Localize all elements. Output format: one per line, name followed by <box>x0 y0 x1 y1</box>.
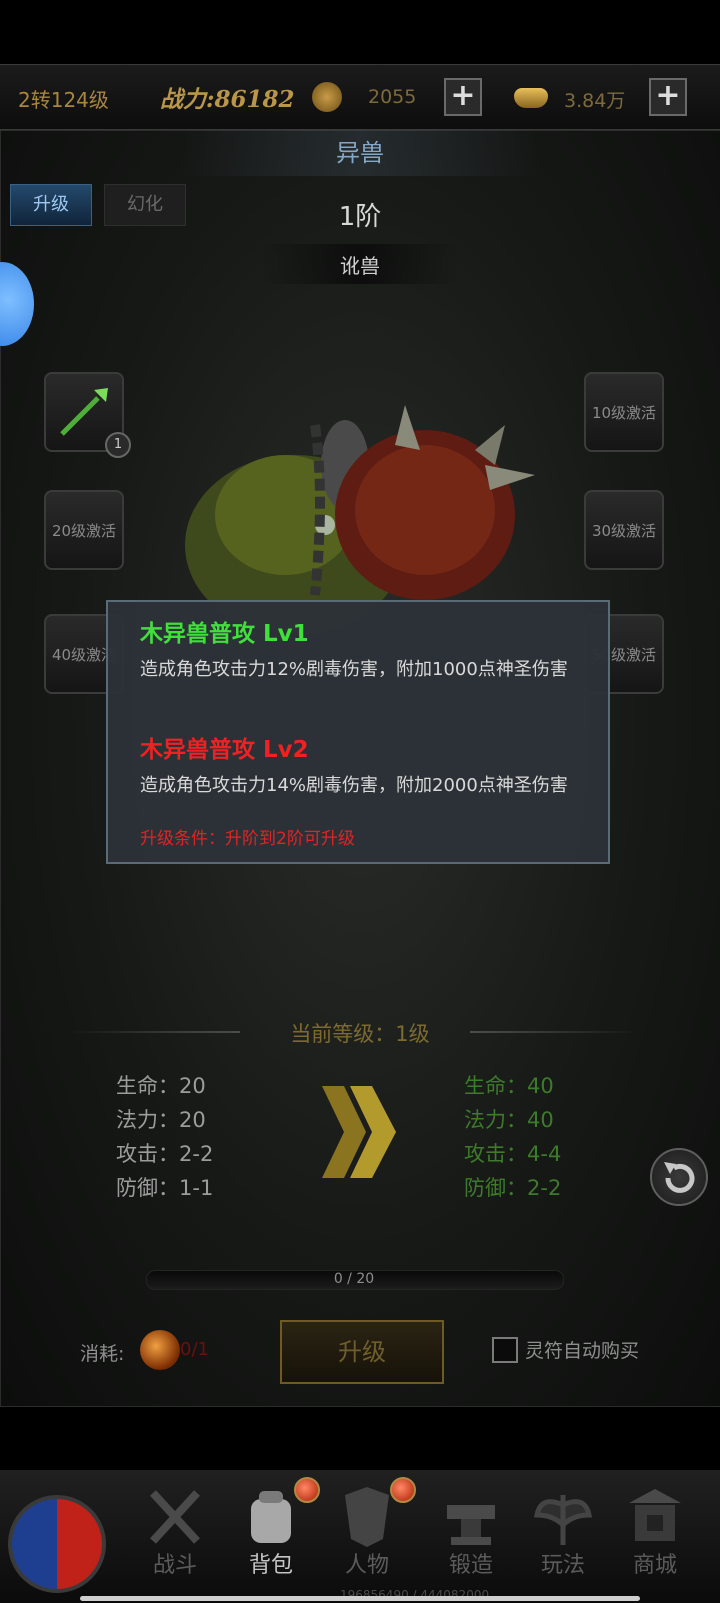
auto-buy-checkbox[interactable] <box>492 1337 518 1363</box>
spear-icon <box>60 388 108 436</box>
stat-next-attack: 攻击：4-4 <box>464 1142 562 1166</box>
material-orb-icon[interactable] <box>140 1330 180 1370</box>
home-indicator[interactable] <box>80 1596 640 1601</box>
nav-shop-label: 商城 <box>632 1553 677 1578</box>
stat-current-attack: 攻击：2-2 <box>116 1142 214 1166</box>
skill-lv1-description: 造成角色攻击力12%剧毒伤害，附加1000点神圣伤害 <box>140 659 568 680</box>
auto-buy-label: 灵符自动购买 <box>525 1340 640 1362</box>
skill-tooltip: 木异兽普攻 Lv1 造成角色攻击力12%剧毒伤害，附加1000点神圣伤害 木异兽… <box>106 600 610 864</box>
stat-current-hp: 生命：20 <box>116 1074 206 1098</box>
stat-next-hp: 生命：40 <box>464 1074 554 1098</box>
stat-current-mp: 法力：20 <box>116 1108 206 1132</box>
nav-gameplay-label: 玩法 <box>540 1553 585 1578</box>
nav-forge[interactable]: 锻造 <box>428 1475 514 1595</box>
notification-dot <box>294 1477 320 1503</box>
upgrade-condition: 升级条件：升阶到2阶可升级 <box>140 829 355 849</box>
upgrade-button[interactable]: 升级 <box>280 1320 444 1384</box>
coin-icon <box>312 82 342 112</box>
panel-title: 异兽 <box>0 130 720 176</box>
nav-shop[interactable]: 商城 <box>612 1475 698 1595</box>
nav-forge-label: 锻造 <box>448 1553 493 1578</box>
player-level: 2转124级 <box>18 88 109 112</box>
nav-backpack[interactable]: 背包 <box>228 1475 320 1595</box>
return-arrow-icon <box>664 1162 695 1193</box>
yin-yang-menu-button[interactable] <box>8 1495 106 1593</box>
current-level: 当前等级：1级 <box>290 1022 430 1046</box>
double-chevron-right-icon <box>322 1086 396 1178</box>
combat-power: 战力:86182 <box>160 86 295 113</box>
nav-battle[interactable]: 战斗 <box>132 1475 218 1595</box>
skill-lv2-title: 木异兽普攻 Lv2 <box>140 737 309 763</box>
notification-dot <box>390 1477 416 1503</box>
beast-name: 讹兽 <box>340 254 380 278</box>
crossed-swords-icon <box>150 1490 200 1544</box>
cost-count: 0/1 <box>180 1339 209 1360</box>
return-button[interactable] <box>650 1148 708 1206</box>
stat-next-defense: 防御：2-2 <box>464 1176 562 1200</box>
shop-icon <box>629 1489 681 1541</box>
currency-amount-2: 3.84万 <box>564 90 626 112</box>
tab-transform[interactable]: 幻化 <box>104 184 186 226</box>
skill-slot-20[interactable]: 20级激活 <box>44 490 124 570</box>
nav-battle-label: 战斗 <box>152 1553 197 1578</box>
anvil-icon <box>447 1505 495 1545</box>
nav-character[interactable]: 人物 <box>324 1475 416 1595</box>
divider-left <box>70 1031 240 1033</box>
backpack-icon <box>251 1491 291 1543</box>
add-currency-2-button[interactable]: + <box>649 78 687 116</box>
stage-label: 1阶 <box>338 202 382 232</box>
stat-next-mp: 法力：40 <box>464 1108 554 1132</box>
skill-lv1-title: 木异兽普攻 Lv1 <box>140 621 309 647</box>
stat-current-defense: 防御：1-1 <box>116 1176 214 1200</box>
ingot-icon <box>514 88 548 108</box>
skill-level-badge: 1 <box>105 432 131 458</box>
nav-gameplay[interactable]: 玩法 <box>520 1475 606 1595</box>
nav-character-label: 人物 <box>344 1553 389 1578</box>
currency-amount-1: 2055 <box>368 86 417 108</box>
skill-slot-10[interactable]: 10级激活 <box>584 372 664 452</box>
character-icon <box>345 1487 389 1547</box>
add-currency-1-button[interactable]: + <box>444 78 482 116</box>
nav-backpack-label: 背包 <box>248 1553 293 1578</box>
cost-label: 消耗: <box>80 1343 125 1365</box>
skill-slot-30[interactable]: 30级激活 <box>584 490 664 570</box>
tab-upgrade[interactable]: 升级 <box>10 184 92 226</box>
divider-right <box>470 1031 640 1033</box>
wings-icon <box>533 1495 593 1545</box>
exp-progress-text: 0 / 20 <box>333 1271 375 1287</box>
skill-lv2-description: 造成角色攻击力14%剧毒伤害，附加2000点神圣伤害 <box>140 775 568 796</box>
